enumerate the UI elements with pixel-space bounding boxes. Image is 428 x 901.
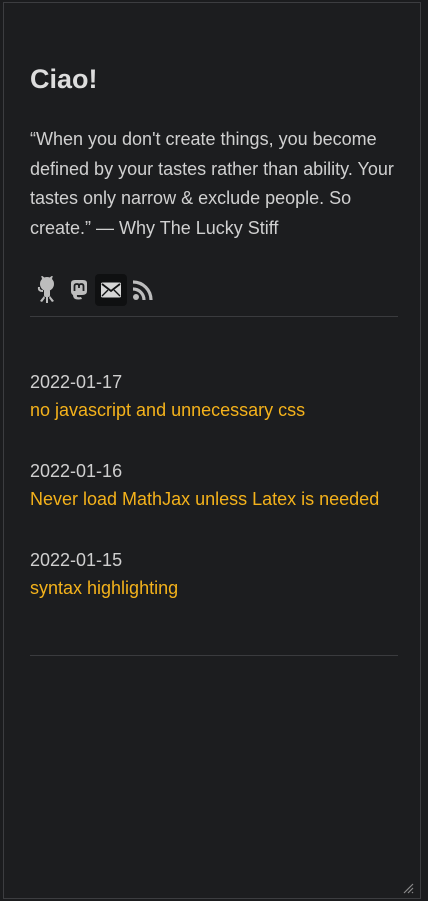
post-date: 2022-01-16 <box>30 461 123 481</box>
github-icon <box>37 276 54 303</box>
github-link[interactable] <box>31 274 63 306</box>
post-date: 2022-01-17 <box>30 372 123 392</box>
intro-quote: “When you don't create things, you becom… <box>30 129 394 239</box>
divider-top <box>30 316 398 317</box>
rss-link[interactable] <box>127 274 159 306</box>
social-links <box>31 274 159 308</box>
post-link[interactable]: syntax highlighting <box>30 573 398 603</box>
post-item: 2022-01-16 Never load MathJax unless Lat… <box>30 458 398 514</box>
email-link[interactable] <box>95 274 127 306</box>
page-title: Ciao! <box>30 64 98 94</box>
post-item: 2022-01-17 no javascript and unnecessary… <box>30 369 398 425</box>
mastodon-icon <box>71 280 87 300</box>
resize-grip-icon[interactable] <box>402 882 414 894</box>
post-date: 2022-01-15 <box>30 550 123 570</box>
mail-icon <box>101 282 121 298</box>
post-link[interactable]: no javascript and unnecessary css <box>30 395 398 425</box>
rss-icon <box>132 280 153 301</box>
post-item: 2022-01-15 syntax highlighting <box>30 547 398 603</box>
post-link[interactable]: Never load MathJax unless Latex is neede… <box>30 484 398 514</box>
page-frame: Ciao! “When you don't create things, you… <box>3 2 421 899</box>
divider-bottom <box>30 655 398 656</box>
mastodon-link[interactable] <box>63 274 95 306</box>
